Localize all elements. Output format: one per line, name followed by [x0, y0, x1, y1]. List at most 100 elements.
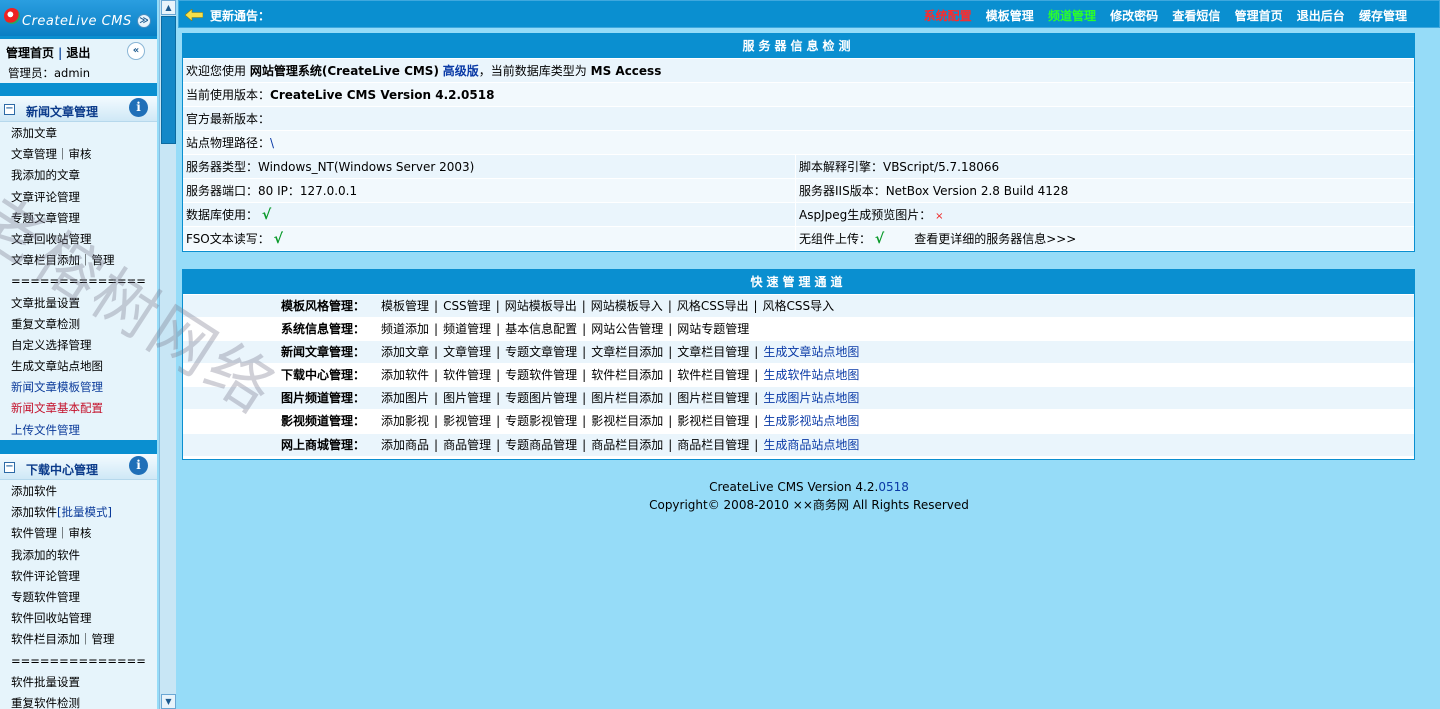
quick-link[interactable]: 影视管理 — [443, 414, 491, 428]
menu-item[interactable]: 重复软件检测 — [0, 693, 157, 709]
quick-link[interactable]: 软件管理 — [443, 368, 491, 382]
quick-link[interactable]: 网站专题管理 — [677, 322, 749, 336]
nav-system-config[interactable]: 系统配置 — [924, 9, 972, 23]
link-separator: | — [582, 414, 587, 429]
quick-link[interactable]: 图片管理 — [443, 391, 491, 405]
menu-item[interactable]: 添加软件[批量模式] — [0, 502, 157, 523]
quick-row-links: 模板管理 | CSS管理 | 网站模板导出 | 网站模板导入 | 风格CSS导出 | 风格CSS导入 — [381, 295, 834, 317]
scroll-down-icon[interactable]: ▼ — [161, 694, 176, 709]
menu-item-config[interactable]: 新闻文章基本配置 — [0, 398, 157, 419]
quick-link[interactable]: 图片栏目添加 — [591, 391, 663, 405]
admin-home-link[interactable]: 管理首页 — [6, 46, 54, 60]
quick-link[interactable]: 软件栏目添加 — [591, 368, 663, 382]
edition-link[interactable]: 高级版 — [443, 64, 479, 78]
more-server-info-link[interactable]: 查看更详细的服务器信息>>> — [914, 232, 1076, 246]
sitemap-link[interactable]: 生成图片站点地图 — [763, 391, 859, 405]
link-separator: | — [496, 391, 501, 406]
sitemap-link[interactable]: 生成影视站点地图 — [763, 414, 859, 428]
quick-link[interactable]: 添加影视 — [381, 414, 429, 428]
quick-link[interactable]: 图片栏目管理 — [677, 391, 749, 405]
menu-item[interactable]: 软件回收站管理 — [0, 608, 157, 629]
quick-link[interactable]: 网站模板导入 — [591, 299, 663, 313]
collapse-toggle-icon[interactable]: − — [4, 462, 15, 473]
quick-link[interactable]: 商品栏目添加 — [591, 438, 663, 452]
menu-item[interactable]: 软件批量设置 — [0, 672, 157, 693]
quick-link[interactable]: 影视栏目管理 — [677, 414, 749, 428]
menu-item[interactable]: 文章管理｜审核 — [0, 144, 157, 165]
quick-link[interactable]: 频道管理 — [443, 322, 491, 336]
quick-link[interactable]: 文章栏目管理 — [677, 345, 749, 359]
quick-link[interactable]: 风格CSS导入 — [763, 299, 835, 313]
info-icon[interactable]: i — [129, 98, 148, 117]
sidebar-scrollbar[interactable]: ▲ ▼ — [159, 0, 176, 709]
nav-admin-home[interactable]: 管理首页 — [1235, 9, 1283, 23]
quick-row: 影视频道管理： 添加影视 | 影视管理 | 专题影视管理 | 影视栏目添加 | 影视栏目管理 | 生成… — [183, 409, 1414, 432]
menu-item[interactable]: 软件栏目添加｜管理 — [0, 629, 157, 650]
quick-link[interactable]: 基本信息配置 — [505, 322, 577, 336]
link-separator: | — [582, 345, 587, 360]
sitemap-link[interactable]: 生成软件站点地图 — [763, 368, 859, 382]
menu-item[interactable]: 生成文章站点地图 — [0, 356, 157, 377]
upload-label: 无组件上传： — [799, 232, 872, 246]
sitemap-link[interactable]: 生成文章站点地图 — [763, 345, 859, 359]
footer-build: 0518 — [878, 480, 909, 494]
menu-item[interactable]: 添加软件 — [0, 481, 157, 502]
nav-messages[interactable]: 查看短信 — [1172, 9, 1220, 23]
menu-item[interactable]: 软件管理｜审核 — [0, 523, 157, 544]
quick-link[interactable]: 文章管理 — [443, 345, 491, 359]
menu-item[interactable]: 软件评论管理 — [0, 566, 157, 587]
quick-link[interactable]: 网站公告管理 — [591, 322, 663, 336]
nav-logout[interactable]: 退出后台 — [1297, 9, 1345, 23]
expand-icon[interactable]: ≫ — [137, 14, 151, 28]
quick-link[interactable]: 添加软件 — [381, 368, 429, 382]
quick-link[interactable]: CSS管理 — [443, 299, 491, 313]
quick-link[interactable]: 添加图片 — [381, 391, 429, 405]
quick-link[interactable]: 商品管理 — [443, 438, 491, 452]
nav-channel[interactable]: 频道管理 — [1048, 9, 1096, 23]
quick-link[interactable]: 专题图片管理 — [505, 391, 577, 405]
collapse-toggle-icon[interactable]: − — [4, 104, 15, 115]
section-download-header[interactable]: − 下载中心管理 i — [0, 454, 157, 480]
menu-item[interactable]: 我添加的软件 — [0, 545, 157, 566]
scroll-up-icon[interactable]: ▲ — [161, 0, 176, 15]
back-arrow-icon[interactable] — [185, 9, 203, 21]
link-separator: | — [754, 414, 759, 429]
quick-link[interactable]: 添加文章 — [381, 345, 429, 359]
nav-cache[interactable]: 缓存管理 — [1359, 9, 1407, 23]
menu-item[interactable]: 我添加的文章 — [0, 165, 157, 186]
quick-link[interactable]: 网站模板导出 — [505, 299, 577, 313]
menu-item-template[interactable]: 新闻文章模板管理 — [0, 377, 157, 398]
section-news-header[interactable]: − 新闻文章管理 i — [0, 96, 157, 122]
sitemap-link[interactable]: 生成商品站点地图 — [763, 438, 859, 452]
quick-link[interactable]: 风格CSS导出 — [677, 299, 749, 313]
menu-item[interactable]: 文章栏目添加｜管理 — [0, 250, 157, 271]
nav-template[interactable]: 模板管理 — [986, 9, 1034, 23]
menu-item[interactable]: 专题软件管理 — [0, 587, 157, 608]
menu-item[interactable]: 重复文章检测 — [0, 314, 157, 335]
menu-item[interactable]: 文章回收站管理 — [0, 229, 157, 250]
menu-item[interactable]: 添加文章 — [0, 123, 157, 144]
menu-item-upload[interactable]: 上传文件管理 — [0, 420, 157, 441]
quick-link[interactable]: 频道添加 — [381, 322, 429, 336]
quick-link[interactable]: 文章栏目添加 — [591, 345, 663, 359]
quick-link[interactable]: 专题软件管理 — [505, 368, 577, 382]
scroll-thumb[interactable] — [161, 16, 176, 144]
menu-item[interactable]: 自定义选择管理 — [0, 335, 157, 356]
quick-link[interactable]: 添加商品 — [381, 438, 429, 452]
collapse-sidebar-icon[interactable]: « — [127, 42, 145, 60]
menu-item[interactable]: 专题文章管理 — [0, 208, 157, 229]
menu-item[interactable]: 文章评论管理 — [0, 187, 157, 208]
quick-row-label: 模板风格管理： — [280, 299, 365, 313]
quick-link[interactable]: 影视栏目添加 — [591, 414, 663, 428]
menu-item[interactable]: 文章批量设置 — [0, 293, 157, 314]
quick-link[interactable]: 专题文章管理 — [505, 345, 577, 359]
logout-link[interactable]: 退出 — [66, 46, 90, 60]
quick-link[interactable]: 商品栏目管理 — [677, 438, 749, 452]
quick-link[interactable]: 模板管理 — [381, 299, 429, 313]
nav-change-password[interactable]: 修改密码 — [1110, 9, 1158, 23]
quick-link[interactable]: 专题商品管理 — [505, 438, 577, 452]
quick-link[interactable]: 专题影视管理 — [505, 414, 577, 428]
quick-link[interactable]: 软件栏目管理 — [677, 368, 749, 382]
info-icon[interactable]: i — [129, 456, 148, 475]
batch-mode-link[interactable]: [批量模式] — [57, 505, 112, 519]
